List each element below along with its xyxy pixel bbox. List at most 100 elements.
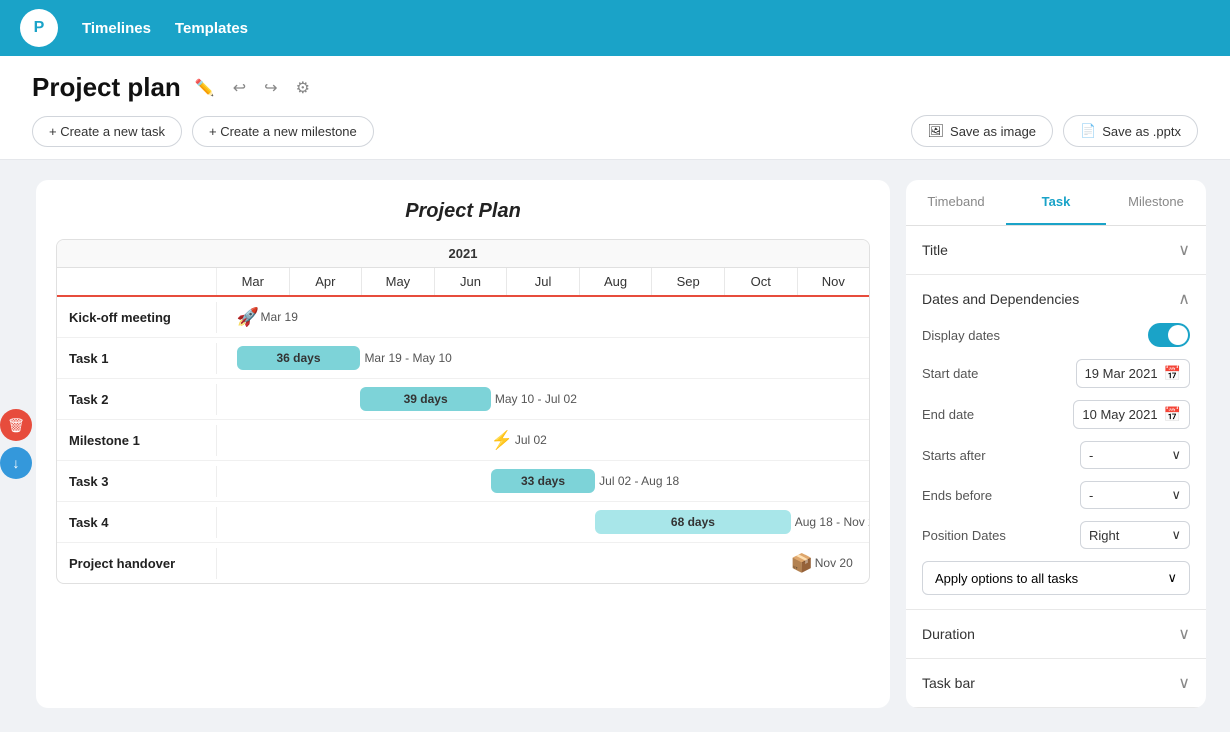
month-may: May xyxy=(362,268,435,295)
milestone-date: Jul 02 xyxy=(515,433,547,447)
tab-task[interactable]: Task xyxy=(1006,180,1106,225)
task-label: Task 4 xyxy=(57,507,217,538)
logo[interactable]: P xyxy=(20,9,58,47)
task-label: Task 2 xyxy=(57,384,217,415)
section-duration-label: Duration xyxy=(922,626,975,642)
month-apr: Apr xyxy=(290,268,363,295)
chevron-down-icon: ∨ xyxy=(1178,673,1190,693)
section-dates-label: Dates and Dependencies xyxy=(922,291,1079,307)
table-row: Task 1 36 days Mar 19 - May 10 xyxy=(57,338,869,379)
section-title-header[interactable]: Title ∨ xyxy=(906,226,1206,274)
display-dates-toggle[interactable] xyxy=(1148,323,1190,347)
panel-tabs: Timeband Task Milestone xyxy=(906,180,1206,226)
create-task-button[interactable]: + Create a new task xyxy=(32,116,182,147)
section-taskbar-header[interactable]: Task bar ∨ xyxy=(906,659,1206,707)
end-date-value: 10 May 2021 xyxy=(1082,407,1157,422)
month-oct: Oct xyxy=(725,268,798,295)
calendar-icon[interactable]: 📅 xyxy=(1164,365,1181,382)
undo-button[interactable]: ↩ xyxy=(229,74,250,102)
chevron-down-icon: ∨ xyxy=(1171,447,1181,463)
position-dates-row: Position Dates Right ∨ xyxy=(922,521,1190,549)
apply-options-label: Apply options to all tasks xyxy=(935,571,1078,586)
ends-before-value: - xyxy=(1089,488,1093,503)
section-taskbar: Task bar ∨ xyxy=(906,659,1206,708)
image-icon: 🖼 xyxy=(928,123,945,139)
redo-button[interactable]: ↪ xyxy=(260,74,281,102)
save-image-button[interactable]: 🖼 Save as image xyxy=(911,115,1054,147)
table-row: Milestone 1 ⚡ Jul 02 xyxy=(57,420,869,461)
top-navigation: P Timelines Templates xyxy=(0,0,1230,56)
section-dates-header[interactable]: Dates and Dependencies ∧ xyxy=(906,275,1206,323)
month-sep: Sep xyxy=(652,268,725,295)
nav-timelines[interactable]: Timelines xyxy=(82,20,151,37)
move-down-button[interactable]: ↓ xyxy=(0,447,32,479)
month-aug: Aug xyxy=(580,268,653,295)
tab-milestone[interactable]: Milestone xyxy=(1106,180,1206,225)
year-row: 2021 xyxy=(57,240,869,268)
display-dates-label: Display dates xyxy=(922,328,1000,343)
table-row: Task 4 68 days Aug 18 - Nov 20 xyxy=(57,502,869,543)
task-bar: 33 days xyxy=(491,469,595,493)
position-dates-value: Right xyxy=(1089,528,1119,543)
task-bar-area[interactable]: 39 days May 10 - Jul 02 xyxy=(217,379,869,419)
chevron-down-icon: ∨ xyxy=(1178,240,1190,260)
task-bar-area[interactable]: ⚡ Jul 02 xyxy=(217,420,869,460)
edit-title-button[interactable]: ✏️ xyxy=(191,74,219,102)
month-mar: Mar xyxy=(217,268,290,295)
position-dates-label: Position Dates xyxy=(922,528,1006,543)
milestone-date: Mar 19 xyxy=(261,310,298,324)
end-date-row: End date 10 May 2021 📅 xyxy=(922,400,1190,429)
section-taskbar-label: Task bar xyxy=(922,675,975,691)
task-dates: Mar 19 - May 10 xyxy=(364,351,451,365)
chevron-down-icon: ∨ xyxy=(1171,487,1181,503)
dates-section-content: Display dates Start date 19 Mar 2021 📅 xyxy=(906,323,1206,609)
month-nov: Nov xyxy=(798,268,870,295)
section-dates: Dates and Dependencies ∧ Display dates S… xyxy=(906,275,1206,610)
task-bar-area[interactable]: 🚀 Mar 19 xyxy=(217,297,869,337)
month-row: Mar Apr May Jun Jul Aug Sep Oct Nov xyxy=(57,268,869,297)
calendar-icon[interactable]: 📅 xyxy=(1164,406,1181,423)
ends-before-select[interactable]: - ∨ xyxy=(1080,481,1190,509)
starts-after-row: Starts after - ∨ xyxy=(922,441,1190,469)
end-date-label: End date xyxy=(922,407,974,422)
settings-button[interactable]: ⚙ xyxy=(292,74,314,102)
pptx-icon: 📄 xyxy=(1080,123,1096,139)
nav-templates[interactable]: Templates xyxy=(175,20,248,37)
end-date-input[interactable]: 10 May 2021 📅 xyxy=(1073,400,1190,429)
task-label: Task 1 xyxy=(57,343,217,374)
tab-timeband[interactable]: Timeband xyxy=(906,180,1006,225)
task-bar: 68 days xyxy=(595,510,791,534)
create-milestone-button[interactable]: + Create a new milestone xyxy=(192,116,374,147)
task-bar: 36 days xyxy=(237,346,361,370)
chevron-down-icon: ∨ xyxy=(1171,527,1181,543)
milestone-date: Nov 20 xyxy=(815,556,853,570)
delete-button[interactable]: 🗑 xyxy=(0,409,32,441)
section-duration-header[interactable]: Duration ∨ xyxy=(906,610,1206,658)
apply-options-button[interactable]: Apply options to all tasks ∨ xyxy=(922,561,1190,595)
section-title-label: Title xyxy=(922,242,948,258)
starts-after-value: - xyxy=(1089,448,1093,463)
section-title: Title ∨ xyxy=(906,226,1206,275)
display-dates-row: Display dates xyxy=(922,323,1190,347)
start-date-input[interactable]: 19 Mar 2021 📅 xyxy=(1076,359,1190,388)
save-pptx-button[interactable]: 📄 Save as .pptx xyxy=(1063,115,1198,147)
task-bar-area[interactable]: 68 days Aug 18 - Nov 20 xyxy=(217,502,869,542)
right-panel: Timeband Task Milestone Title ∨ Dates an… xyxy=(906,180,1206,708)
task-dates: May 10 - Jul 02 xyxy=(495,392,577,406)
milestone-icon: 🚀 xyxy=(237,307,259,328)
task-label: Task 3 xyxy=(57,466,217,497)
task-label: Milestone 1 xyxy=(57,425,217,456)
milestone-icon: ⚡ xyxy=(491,430,513,451)
position-dates-select[interactable]: Right ∨ xyxy=(1080,521,1190,549)
page-header: Project plan ✏️ ↩ ↪ ⚙ + Create a new tas… xyxy=(0,56,1230,160)
milestone-icon: 📦 xyxy=(791,553,813,574)
task-bar-area[interactable]: 33 days Jul 02 - Aug 18 xyxy=(217,461,869,501)
task-bar-area[interactable]: 📦 Nov 20 xyxy=(217,543,869,583)
task-dates: Aug 18 - Nov 20 xyxy=(795,515,870,529)
task-bar-area[interactable]: 36 days Mar 19 - May 10 xyxy=(217,338,869,378)
chevron-up-icon: ∧ xyxy=(1178,289,1190,309)
chevron-down-icon: ∨ xyxy=(1167,570,1177,586)
month-jun: Jun xyxy=(435,268,508,295)
starts-after-select[interactable]: - ∨ xyxy=(1080,441,1190,469)
month-jul: Jul xyxy=(507,268,580,295)
